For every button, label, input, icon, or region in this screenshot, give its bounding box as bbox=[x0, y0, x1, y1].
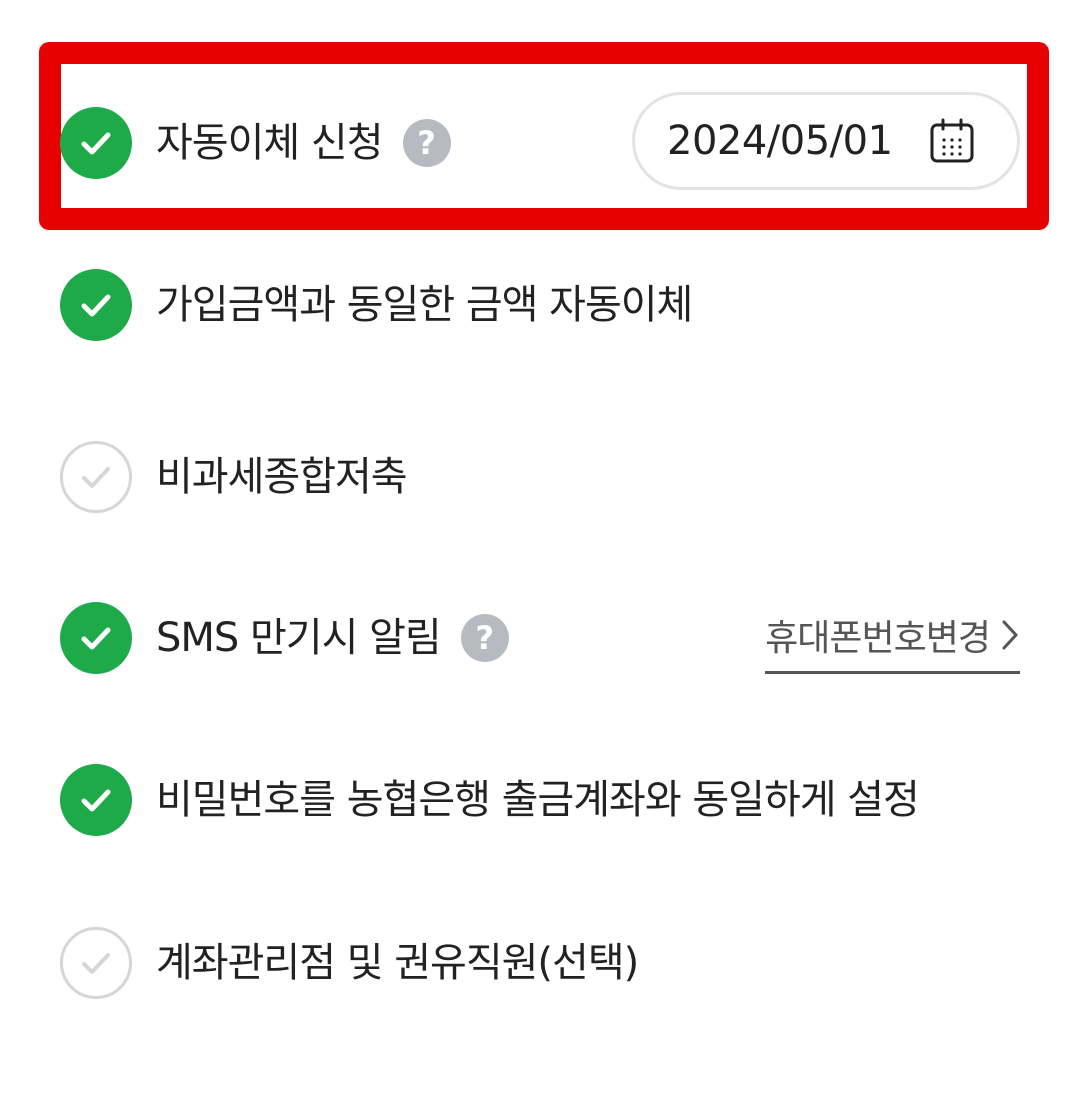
option-auto-transfer[interactable]: 자동이체 신청 ? 2024/05/01 bbox=[60, 92, 1020, 190]
transfer-date-field[interactable]: 2024/05/01 bbox=[632, 92, 1020, 190]
option-same-amount-transfer[interactable]: 가입금액과 동일한 금액 자동이체 bbox=[60, 268, 1020, 342]
change-phone-label: 휴대폰번호변경 bbox=[765, 618, 991, 659]
unchecked-icon[interactable] bbox=[60, 441, 132, 513]
unchecked-icon[interactable] bbox=[60, 927, 132, 999]
option-tax-free-savings[interactable]: 비과세종합저축 bbox=[60, 440, 1020, 514]
checked-icon[interactable] bbox=[60, 764, 132, 836]
option-account-branch-staff[interactable]: 계좌관리점 및 권유직원(선택) bbox=[60, 926, 1020, 1000]
option-label: SMS 만기시 알림 bbox=[156, 615, 442, 661]
change-phone-link[interactable]: 휴대폰번호변경 bbox=[765, 609, 1020, 674]
calendar-icon[interactable] bbox=[929, 118, 975, 164]
checked-icon[interactable] bbox=[60, 107, 132, 179]
question-circle-icon[interactable]: ? bbox=[460, 614, 509, 662]
checked-icon[interactable] bbox=[60, 602, 132, 674]
transfer-date-value: 2024/05/01 bbox=[667, 118, 893, 164]
question-circle-icon[interactable]: ? bbox=[402, 119, 451, 167]
chevron-right-icon bbox=[1000, 619, 1020, 651]
option-label: 자동이체 신청 bbox=[156, 120, 384, 166]
option-label: 가입금액과 동일한 금액 자동이체 bbox=[156, 282, 693, 328]
option-label: 비밀번호를 농협은행 출금계좌와 동일하게 설정 bbox=[156, 777, 920, 823]
checked-icon[interactable] bbox=[60, 269, 132, 341]
option-sms-maturity-alert[interactable]: SMS 만기시 알림 ? 휴대폰번호변경 bbox=[60, 601, 1020, 675]
option-label: 계좌관리점 및 권유직원(선택) bbox=[156, 940, 639, 986]
option-label: 비과세종합저축 bbox=[156, 454, 408, 500]
option-same-password[interactable]: 비밀번호를 농협은행 출금계좌와 동일하게 설정 bbox=[60, 763, 1020, 837]
